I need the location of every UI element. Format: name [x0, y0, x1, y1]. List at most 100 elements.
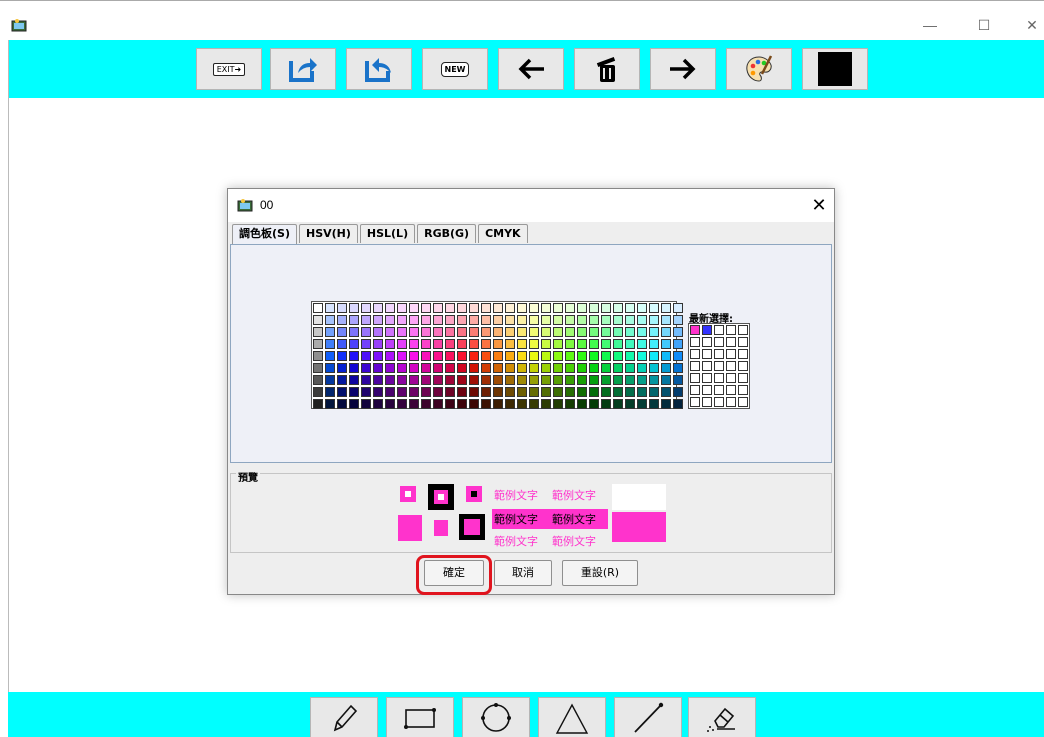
- recent-swatch[interactable]: [690, 361, 700, 371]
- color-swatch[interactable]: [409, 303, 419, 313]
- line-tool-button[interactable]: [614, 697, 682, 737]
- redo-button[interactable]: [650, 48, 716, 90]
- color-swatch[interactable]: [661, 363, 671, 373]
- color-swatch[interactable]: [361, 351, 371, 361]
- color-swatch[interactable]: [361, 399, 371, 409]
- color-swatch[interactable]: [529, 303, 539, 313]
- color-swatch[interactable]: [421, 399, 431, 409]
- color-swatch[interactable]: [613, 399, 623, 409]
- color-swatch[interactable]: [589, 375, 599, 385]
- color-swatch[interactable]: [625, 339, 635, 349]
- color-swatch[interactable]: [601, 339, 611, 349]
- recent-swatch[interactable]: [738, 397, 748, 407]
- color-swatch[interactable]: [409, 327, 419, 337]
- color-swatch[interactable]: [361, 327, 371, 337]
- color-swatch[interactable]: [553, 375, 563, 385]
- recent-swatch[interactable]: [726, 337, 736, 347]
- color-swatch[interactable]: [397, 351, 407, 361]
- color-swatch[interactable]: [385, 327, 395, 337]
- pencil-tool-button[interactable]: [310, 697, 378, 737]
- color-swatch[interactable]: [637, 399, 647, 409]
- color-swatch[interactable]: [505, 375, 515, 385]
- recent-swatch[interactable]: [714, 325, 724, 335]
- color-swatch[interactable]: [445, 375, 455, 385]
- color-swatch[interactable]: [397, 387, 407, 397]
- color-swatch[interactable]: [613, 387, 623, 397]
- color-swatch[interactable]: [613, 339, 623, 349]
- color-swatch[interactable]: [625, 351, 635, 361]
- color-swatch[interactable]: [541, 375, 551, 385]
- color-swatch[interactable]: [481, 351, 491, 361]
- palette-button[interactable]: [726, 48, 792, 90]
- color-swatch[interactable]: [541, 339, 551, 349]
- color-swatch[interactable]: [337, 375, 347, 385]
- color-swatch[interactable]: [421, 303, 431, 313]
- color-swatch[interactable]: [613, 315, 623, 325]
- color-swatch[interactable]: [337, 327, 347, 337]
- color-swatch[interactable]: [553, 339, 563, 349]
- color-swatch[interactable]: [337, 315, 347, 325]
- color-swatch[interactable]: [601, 303, 611, 313]
- color-swatch[interactable]: [433, 351, 443, 361]
- color-swatch[interactable]: [649, 375, 659, 385]
- color-swatch[interactable]: [505, 351, 515, 361]
- color-swatch[interactable]: [517, 351, 527, 361]
- recent-swatch[interactable]: [714, 373, 724, 383]
- color-swatch[interactable]: [481, 315, 491, 325]
- color-swatch[interactable]: [397, 399, 407, 409]
- color-swatch[interactable]: [313, 351, 323, 361]
- recent-swatch[interactable]: [702, 361, 712, 371]
- recent-swatch[interactable]: [690, 385, 700, 395]
- color-swatch[interactable]: [589, 339, 599, 349]
- recent-swatch[interactable]: [714, 337, 724, 347]
- color-swatch[interactable]: [565, 399, 575, 409]
- color-swatch[interactable]: [385, 351, 395, 361]
- color-swatch[interactable]: [397, 363, 407, 373]
- color-swatch[interactable]: [325, 387, 335, 397]
- circle-tool-button[interactable]: [462, 697, 530, 737]
- color-swatch[interactable]: [373, 303, 383, 313]
- color-swatch[interactable]: [433, 387, 443, 397]
- color-swatch[interactable]: [373, 339, 383, 349]
- recent-swatch[interactable]: [690, 373, 700, 383]
- tab-rgb[interactable]: RGB(G): [417, 224, 477, 243]
- color-swatch[interactable]: [625, 315, 635, 325]
- rectangle-tool-button[interactable]: [386, 697, 454, 737]
- color-swatch[interactable]: [349, 351, 359, 361]
- color-swatch[interactable]: [577, 375, 587, 385]
- color-swatch[interactable]: [649, 315, 659, 325]
- close-icon[interactable]: ✕: [1022, 16, 1042, 34]
- color-swatch[interactable]: [529, 339, 539, 349]
- color-swatch[interactable]: [613, 327, 623, 337]
- color-swatch[interactable]: [589, 315, 599, 325]
- color-swatch[interactable]: [673, 363, 683, 373]
- recent-swatch[interactable]: [726, 325, 736, 335]
- color-swatch[interactable]: [565, 339, 575, 349]
- color-swatch[interactable]: [397, 303, 407, 313]
- color-swatch[interactable]: [385, 387, 395, 397]
- color-swatch[interactable]: [577, 363, 587, 373]
- color-swatch[interactable]: [589, 327, 599, 337]
- color-swatch[interactable]: [325, 339, 335, 349]
- color-swatch[interactable]: [349, 363, 359, 373]
- color-swatch[interactable]: [649, 351, 659, 361]
- color-swatch[interactable]: [397, 315, 407, 325]
- color-swatch[interactable]: [505, 315, 515, 325]
- color-swatch[interactable]: [313, 303, 323, 313]
- color-swatch[interactable]: [385, 399, 395, 409]
- color-swatch[interactable]: [481, 339, 491, 349]
- color-swatch[interactable]: [529, 363, 539, 373]
- color-swatch[interactable]: [673, 327, 683, 337]
- color-swatch[interactable]: [637, 351, 647, 361]
- color-swatch[interactable]: [577, 399, 587, 409]
- color-swatch[interactable]: [337, 363, 347, 373]
- color-swatch[interactable]: [361, 363, 371, 373]
- color-swatch[interactable]: [373, 327, 383, 337]
- color-swatch[interactable]: [649, 399, 659, 409]
- color-swatch[interactable]: [421, 327, 431, 337]
- recent-swatch[interactable]: [690, 349, 700, 359]
- recent-swatch[interactable]: [726, 385, 736, 395]
- color-swatch[interactable]: [613, 375, 623, 385]
- maximize-icon[interactable]: ☐: [974, 16, 994, 34]
- color-swatch[interactable]: [661, 303, 671, 313]
